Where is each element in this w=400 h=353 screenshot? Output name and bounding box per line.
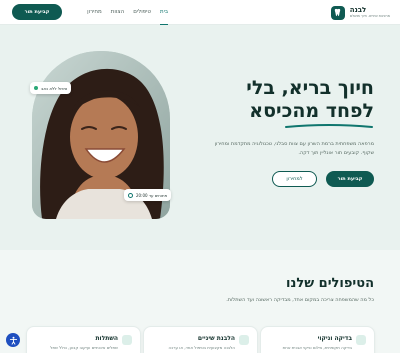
brand[interactable]: לבנה מרפאת שיניים. חיוך מושלם <box>330 4 390 21</box>
implant-icon <box>122 335 132 345</box>
hero-title-line-2: לפחד מהכיסא <box>249 100 374 122</box>
opening-hours-badge: פתוחים עד 20:00 <box>124 189 172 201</box>
sparkle-icon <box>239 335 249 345</box>
clock-icon <box>128 192 133 198</box>
nav-item-pricing[interactable]: מחירון <box>87 0 102 25</box>
painless-treatment-badge: טיפול ללא כאב <box>30 82 72 94</box>
brand-text: לבנה מרפאת שיניים. חיוך מושלם <box>349 5 390 19</box>
hero-title: חיוך בריא, בלי לפחד מהכיסא <box>154 77 374 123</box>
brand-subtitle: מרפאת שיניים. חיוך מושלם <box>349 13 390 18</box>
treatment-card[interactable]: הלבנת שיניים הלבנה מקצועית בטיפול אחד, א… <box>143 326 258 353</box>
treatment-card-title: הלבנת שיניים <box>197 335 235 342</box>
treatment-card-text: שתלים איכותיים ועיקוב קבוע, כולל שתל <box>50 345 118 350</box>
treatment-card-text: הלבנה מקצועית בטיפול אחד, או ערכה <box>168 345 235 350</box>
nav-item-treatments[interactable]: טיפולים <box>133 0 151 25</box>
site-header: לבנה מרפאת שיניים. חיוך מושלם בית טיפולי… <box>0 0 400 25</box>
tooth-icon <box>330 5 345 20</box>
nav-item-home[interactable]: בית <box>159 0 168 25</box>
hero-title-line-1: חיוך בריא, בלי <box>246 77 374 99</box>
treatment-card[interactable]: השתלות שתלים איכותיים ועיקוב קבוע, כולל … <box>26 326 141 353</box>
nav-item-team[interactable]: הצוות <box>111 0 124 25</box>
treatment-card-title: השתלות <box>95 335 118 342</box>
hero-description: מרפאה משפחתית ברמת השרון עם צוות סבלני, … <box>214 141 374 156</box>
treatment-card-text: בדיקה תקופתית, צילום וניקוי אבנית אחת <box>282 345 352 350</box>
badge-bottom-text: פתוחים עד 20:00 <box>136 192 168 198</box>
tooth-icon <box>356 335 366 345</box>
accessibility-icon[interactable] <box>6 333 20 347</box>
book-appointment-button[interactable]: קביעת תור <box>12 4 62 20</box>
title-underline <box>285 124 373 128</box>
treatments-description: כל מה שהמשפחה צריכה במקום אחד, מבדיקה רא… <box>226 297 374 303</box>
main-nav: בית טיפולים הצוות מחירון <box>87 0 168 25</box>
treatments-title: הטיפולים שלנו <box>286 276 374 291</box>
brand-name: לבנה <box>349 5 367 14</box>
hero-pricing-button[interactable]: למחירון <box>272 171 317 187</box>
treatment-card-title: בדיקה וניקוי <box>317 335 352 342</box>
hero-book-button[interactable]: קביעת תור <box>326 171 374 187</box>
status-dot-icon <box>34 86 38 90</box>
treatment-card[interactable]: בדיקה וניקוי בדיקה תקופתית, צילום וניקוי… <box>260 326 375 353</box>
badge-top-text: טיפול ללא כאב <box>41 85 68 91</box>
